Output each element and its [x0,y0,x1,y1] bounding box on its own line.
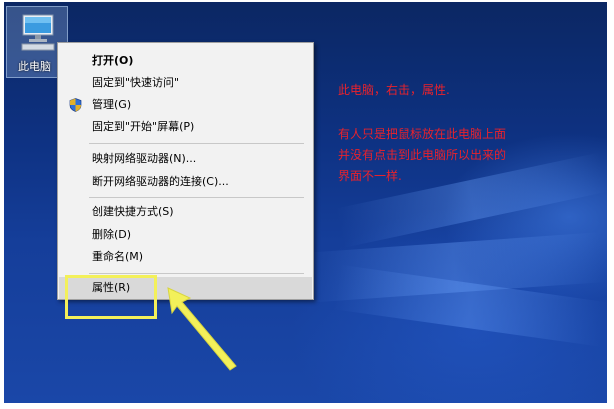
menu-item-pin-quick-access[interactable]: 固定到"快速访问" [59,72,312,94]
menu-item-label: 断开网络驱动器的连接(C)... [92,175,229,188]
screenshot: 此电脑 打开(O) 固定到"快速访问" 管理(G) 固定到"开始"屏幕(P) 映… [0,0,614,409]
menu-separator [89,273,304,274]
menu-separator [89,143,304,144]
computer-icon [21,14,55,51]
menu-item-open[interactable]: 打开(O) [59,50,312,72]
menu-item-rename[interactable]: 重命名(M) [59,246,312,268]
menu-item-label: 重命名(M) [92,250,144,263]
annotation-line-2: 有人只是把鼠标放在此电脑上面 [338,127,507,141]
uac-shield-icon [69,98,82,112]
annotation-line-4: 界面不一样. [338,169,402,183]
menu-item-label: 固定到"快速访问" [92,76,180,89]
menu-item-disconnect-network-drive[interactable]: 断开网络驱动器的连接(C)... [59,171,312,193]
menu-item-manage[interactable]: 管理(G) [59,94,312,116]
menu-separator [89,197,304,198]
menu-item-delete[interactable]: 删除(D) [59,224,312,246]
yellow-arrow-icon [167,287,237,371]
menu-item-create-shortcut[interactable]: 创建快捷方式(S) [59,201,312,223]
menu-item-label: 固定到"开始"屏幕(P) [92,120,195,133]
menu-item-label: 删除(D) [92,228,132,241]
menu-item-label: 映射网络驱动器(N)... [92,152,197,165]
menu-item-pin-start[interactable]: 固定到"开始"屏幕(P) [59,116,312,138]
context-menu: 打开(O) 固定到"快速访问" 管理(G) 固定到"开始"屏幕(P) 映射网络驱… [57,42,314,300]
annotation-line-3: 并没有点击到此电脑所以出来的 [338,148,507,162]
menu-item-label: 管理(G) [92,98,132,111]
highlight-box [65,275,157,319]
annotation-line-1: 此电脑，右击，属性. [338,83,450,97]
menu-item-map-network-drive[interactable]: 映射网络驱动器(N)... [59,148,312,170]
menu-item-label: 打开(O) [92,54,134,67]
menu-item-label: 创建快捷方式(S) [92,205,174,218]
desktop-wallpaper[interactable]: 此电脑 打开(O) 固定到"快速访问" 管理(G) 固定到"开始"屏幕(P) 映… [4,2,607,403]
